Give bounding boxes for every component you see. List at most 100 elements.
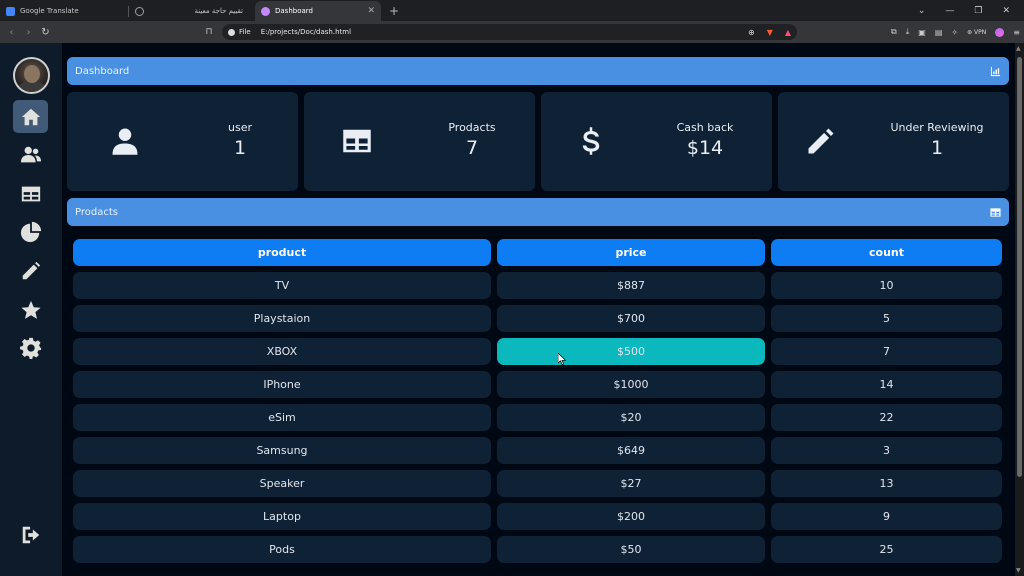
pie-chart-icon	[20, 221, 41, 242]
extensions-icon[interactable]: ⧉	[891, 27, 897, 37]
column-header-price: price	[497, 239, 765, 266]
table-cell-price[interactable]: $1000	[497, 371, 765, 398]
card-value: 1	[930, 137, 944, 159]
table-cell-price[interactable]: $700	[497, 305, 765, 332]
table-cell-price[interactable]: $200	[497, 503, 765, 530]
table-cell-product[interactable]: IPhone	[73, 371, 491, 398]
wallet-icon[interactable]: ▤	[935, 28, 943, 37]
minimize-icon[interactable]: —	[945, 6, 954, 16]
star-icon	[20, 300, 41, 319]
pencil-icon	[806, 126, 836, 156]
menu-icon[interactable]: ≡	[1013, 28, 1020, 37]
dashboard-header: Dashboard	[67, 57, 1009, 85]
table-cell-price[interactable]: $20	[497, 404, 765, 431]
card-value: 1	[233, 137, 247, 159]
page-viewport: Dashboard user 1 Prodacts 7 Cash back $1…	[0, 43, 1024, 576]
table-icon	[21, 186, 40, 201]
table-cell-price[interactable]: $649	[497, 437, 765, 464]
gear-icon	[19, 337, 41, 359]
tab-search-icon[interactable]: ⌄	[918, 6, 926, 16]
user-icon	[110, 126, 140, 156]
bar-chart-icon	[990, 66, 1001, 77]
forward-icon[interactable]: ›	[20, 27, 37, 38]
card-value: 7	[465, 137, 479, 159]
tab-google-translate[interactable]: Google Translate	[0, 1, 128, 21]
stat-card-under-reviewing: Under Reviewing 1	[778, 92, 1009, 191]
tab-strip: Google Translate تقييم حاجة معينة Dashbo…	[0, 0, 1024, 21]
dashboard-title: Dashboard	[75, 65, 130, 77]
users-icon	[20, 146, 41, 162]
stat-card-products: Prodacts 7	[304, 92, 535, 191]
info-icon[interactable]	[228, 28, 235, 36]
address-bar[interactable]: File E:/projects/Doc/dash.html ⊕ ▼ ▲	[222, 24, 797, 40]
table-cell-count[interactable]: 25	[771, 536, 1002, 563]
logout-button[interactable]	[13, 518, 48, 551]
pencil-icon	[22, 261, 40, 279]
vpn-button[interactable]: ⊛ VPN	[967, 29, 986, 36]
browser-toolbar: ‹ › ↻ ⊓ File E:/projects/Doc/dash.html ⊕…	[0, 21, 1024, 43]
sidebar	[0, 43, 62, 576]
card-label: Cash back	[676, 121, 734, 134]
scroll-up-icon[interactable]: ▲	[1016, 45, 1021, 52]
sidebar-item-edit[interactable]	[13, 254, 48, 287]
dashboard-favicon-icon	[261, 6, 270, 16]
table-cell-price[interactable]: $500	[497, 338, 765, 365]
close-tab-icon[interactable]: ✕	[367, 6, 375, 16]
stat-card-cashback: Cash back $14	[541, 92, 772, 191]
table-cell-product[interactable]: TV	[73, 272, 491, 299]
scroll-down-icon[interactable]: ▼	[1016, 567, 1021, 574]
table-cell-count[interactable]: 14	[771, 371, 1002, 398]
table-cell-count[interactable]: 5	[771, 305, 1002, 332]
table-cell-product[interactable]: XBOX	[73, 338, 491, 365]
table-cell-count[interactable]: 22	[771, 404, 1002, 431]
avatar[interactable]	[13, 57, 50, 94]
tab-dashboard[interactable]: Dashboard ✕	[255, 1, 381, 21]
leo-ai-icon[interactable]	[995, 27, 1005, 37]
restore-icon[interactable]: ❐	[974, 6, 982, 16]
table-cell-product[interactable]: Playstaion	[73, 305, 491, 332]
close-window-icon[interactable]: ✕	[1002, 6, 1010, 16]
brave-shields-icon[interactable]: ▼	[767, 28, 773, 37]
table-cell-price[interactable]: $27	[497, 470, 765, 497]
sidebar-item-table[interactable]	[13, 177, 48, 210]
sidebar-item-users[interactable]	[13, 138, 48, 171]
table-cell-product[interactable]: Samsung	[73, 437, 491, 464]
table-cell-price[interactable]: $50	[497, 536, 765, 563]
card-label: user	[228, 121, 252, 134]
tab-arabic-page[interactable]: تقييم حاجة معينة	[129, 1, 255, 21]
table-cell-product[interactable]: Pods	[73, 536, 491, 563]
sidebar-item-settings[interactable]	[13, 331, 48, 364]
url-scheme: File	[239, 28, 251, 36]
table-cell-product[interactable]: Laptop	[73, 503, 491, 530]
page-scrollbar[interactable]: ▲ ▼	[1015, 43, 1024, 576]
sidebar-item-favorites[interactable]	[13, 293, 48, 326]
tab-title: Dashboard	[275, 7, 313, 15]
home-icon	[21, 108, 40, 125]
back-icon[interactable]: ‹	[3, 27, 20, 38]
sidebar-toggle-icon[interactable]: ▣	[918, 28, 926, 37]
card-label: Under Reviewing	[890, 121, 984, 134]
logout-icon	[22, 526, 39, 543]
table-cell-count[interactable]: 13	[771, 470, 1002, 497]
sidebar-item-home[interactable]	[13, 100, 48, 133]
bookmark-icon[interactable]: ⊓	[204, 27, 214, 37]
scrollbar-thumb[interactable]	[1017, 57, 1022, 477]
stat-card-users: user 1	[67, 92, 298, 191]
download-icon[interactable]: ⤓	[906, 27, 910, 37]
card-label: Prodacts	[448, 121, 496, 134]
reload-icon[interactable]: ↻	[37, 27, 54, 38]
zoom-icon[interactable]: ⊕	[748, 28, 755, 37]
table-cell-count[interactable]: 7	[771, 338, 1002, 365]
brave-rewards-icon[interactable]: ▲	[785, 28, 791, 37]
table-cell-price[interactable]: $887	[497, 272, 765, 299]
table-cell-count[interactable]: 9	[771, 503, 1002, 530]
table-cell-product[interactable]: Speaker	[73, 470, 491, 497]
mouse-cursor-icon	[558, 353, 566, 365]
column-header-count: count	[771, 239, 1002, 266]
sidebar-item-chart[interactable]	[13, 215, 48, 248]
sparkle-icon[interactable]: ✧	[951, 28, 958, 37]
table-cell-count[interactable]: 3	[771, 437, 1002, 464]
table-cell-count[interactable]: 10	[771, 272, 1002, 299]
new-tab-button[interactable]: +	[389, 4, 399, 18]
table-cell-product[interactable]: eSim	[73, 404, 491, 431]
